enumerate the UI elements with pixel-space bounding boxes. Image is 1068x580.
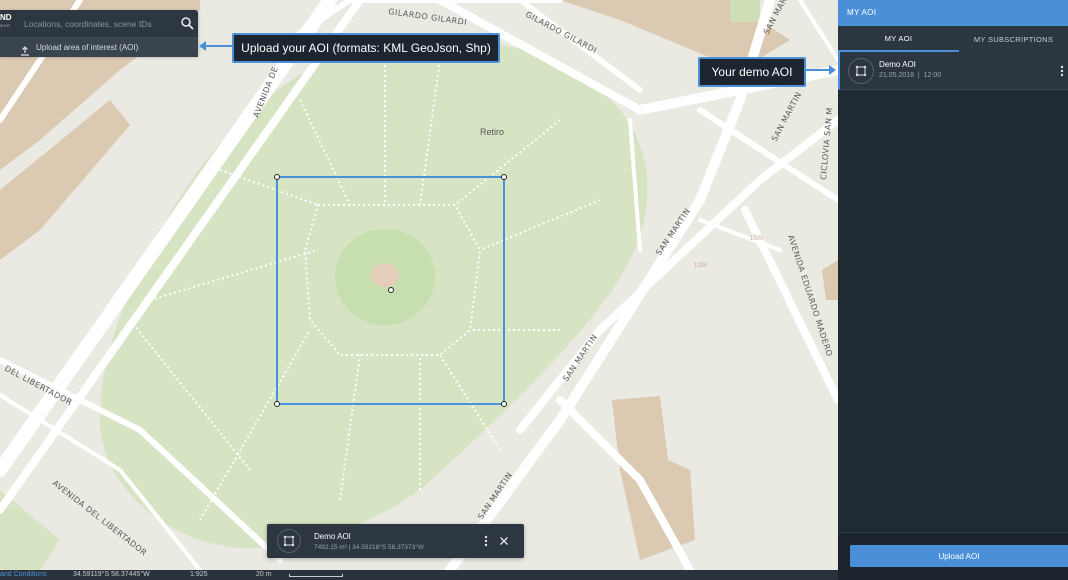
polygon-icon xyxy=(277,529,301,553)
polygon-icon xyxy=(848,58,874,84)
callout-arrow-head xyxy=(199,41,206,51)
close-icon[interactable] xyxy=(496,533,512,549)
more-vertical-icon[interactable] xyxy=(1060,64,1068,78)
aoi-vertex-handle xyxy=(501,174,507,180)
aoi-item-date-value: 21.05.2018 xyxy=(879,72,915,79)
more-vertical-icon[interactable] xyxy=(478,533,494,549)
search-panel: ND MER Upload area of interest (AOI) xyxy=(0,10,198,57)
address-number: 1200 xyxy=(694,263,708,269)
aoi-side-panel: MY AOI MY AOI MY SUBSCRIPTIONS Demo AOI … xyxy=(838,0,1068,580)
aoi-list-item[interactable]: Demo AOI 21.05.2018 | 12:00 xyxy=(838,52,1068,90)
logo: ND xyxy=(0,13,12,22)
callout-arrow xyxy=(205,45,232,47)
terms-link[interactable]: and Conditions xyxy=(0,571,47,578)
app-root: GILARDO GILARDI GILARDO GILARDI AVENIDA … xyxy=(0,0,1068,580)
aoi-item-time-value: 12:00 xyxy=(923,72,942,79)
panel-footer: Upload AOI xyxy=(838,532,1068,580)
scale-bar xyxy=(289,574,343,577)
status-bar: and Conditions 34.59119°S 58.37445°W 1:9… xyxy=(0,570,838,580)
upload-icon xyxy=(20,43,30,56)
callout-upload-hint: Upload your AOI (formats: KML GeoJson, S… xyxy=(232,33,500,63)
aoi-card-info: 7492.15 m² | 34.59218°S 58.37373°W xyxy=(314,544,424,551)
callout-arrow xyxy=(804,69,829,71)
panel-header: MY AOI xyxy=(838,0,1068,26)
upload-aoi-label: Upload area of interest (AOI) xyxy=(36,43,139,52)
aoi-vertex-handle xyxy=(274,174,280,180)
panel-tabs: MY AOI MY SUBSCRIPTIONS xyxy=(838,26,1068,52)
address-number: 1500 xyxy=(750,236,764,242)
search-row: ND MER xyxy=(0,10,198,36)
scale-distance: 20 m xyxy=(256,571,272,578)
aoi-item-name: Demo AOI xyxy=(879,60,916,69)
search-icon[interactable] xyxy=(180,16,194,30)
monument xyxy=(371,263,399,287)
aoi-item-date: 21.05.2018 | 12:00 xyxy=(879,72,942,79)
scale-ratio: 1:925 xyxy=(190,571,208,578)
green-patch xyxy=(730,0,760,22)
tab-my-subscriptions[interactable]: MY SUBSCRIPTIONS xyxy=(959,26,1068,52)
upload-aoi-link[interactable]: Upload area of interest (AOI) xyxy=(0,37,198,57)
tab-my-aoi[interactable]: MY AOI xyxy=(838,26,959,52)
panel-title: MY AOI xyxy=(847,8,877,17)
aoi-center-handle xyxy=(388,287,394,293)
aoi-vertex-handle xyxy=(274,401,280,407)
upload-aoi-button[interactable]: Upload AOI xyxy=(850,545,1068,567)
aoi-card-name: Demo AOI xyxy=(314,532,351,541)
aoi-info-card: Demo AOI 7492.15 m² | 34.59218°S 58.3737… xyxy=(267,524,524,558)
cursor-coordinates: 34.59119°S 58.37445°W xyxy=(73,571,150,578)
aoi-vertex-handle xyxy=(501,401,507,407)
logo-subtitle: MER xyxy=(0,23,11,28)
place-label: Retiro xyxy=(480,127,504,137)
callout-demo-hint: Your demo AOI xyxy=(698,57,806,87)
callout-arrow-head xyxy=(829,65,836,75)
search-input[interactable] xyxy=(22,14,176,34)
